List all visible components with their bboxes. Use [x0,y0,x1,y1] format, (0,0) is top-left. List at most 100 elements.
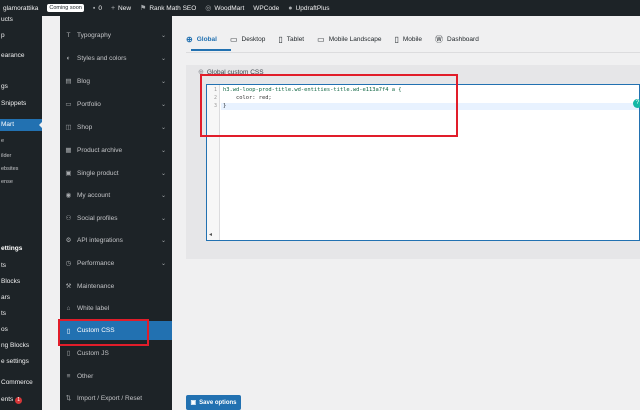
wp-menu-woocommerce[interactable]: Commerce [0,379,42,386]
chevron-down-icon: ⌄ [160,215,166,222]
wp-menu-sidebars[interactable]: ars [0,294,42,301]
device-tabs: ⊕ Global ▭ Desktop ▯ Tablet ▭ Mobile Landsca… [186,28,492,50]
plus-icon: + [110,4,116,12]
chevron-down-icon: ⌄ [160,192,166,199]
api-icon: ⚙ [65,237,72,244]
nav-styles-colors[interactable]: ◐ Styles and colors ⌄ [60,49,172,67]
wp-menu-products[interactable]: ucts [0,16,42,23]
chevron-down-icon: ⌄ [160,124,166,131]
save-options-button[interactable]: ▣ Save options [186,395,241,410]
help-icon[interactable]: ? [633,99,640,108]
annotation-highlight-custom-css [58,319,149,346]
chevron-down-icon: ⌄ [160,260,166,267]
chevron-down-icon: ⌄ [160,147,166,154]
nav-product-archive[interactable]: ▦ Product archive ⌄ [60,141,172,159]
palette-icon: ◐ [66,54,71,62]
save-icon: ▣ [190,400,197,406]
annotation-highlight-editor [200,74,458,137]
woodmart-icon: ◎ [205,5,212,12]
blog-icon: ▤ [65,78,72,85]
active-tab-indicator [191,49,231,51]
white-label-icon: ⌂ [66,304,71,312]
admin-bar: glamorattika Coming soon ▪ 0 + New ⚑ Rank M… [0,0,640,16]
nav-performance[interactable]: ◷ Performance ⌄ [60,254,172,272]
chevron-down-icon: ⌄ [160,170,166,177]
performance-icon: ◷ [65,260,72,267]
chevron-down-icon: ⌄ [160,55,166,62]
comment-icon: ▪ [92,4,96,12]
wp-menu-code-snippets[interactable]: Snippets [0,100,42,107]
mobile-landscape-icon: ▭ [317,34,325,44]
woodmart-link[interactable]: ◎ WoodMart [205,4,244,13]
nav-blog[interactable]: ▤ Blog ⌄ [60,72,172,90]
chevron-down-icon: ⌄ [160,78,166,85]
comments-count-badge: 1 [15,397,23,404]
new-content-link[interactable]: + New [111,5,131,12]
nav-api-integrations[interactable]: ⚙ API integrations ⌄ [60,231,172,249]
wp-menu-appearance[interactable]: earance [0,52,42,59]
site-name-link[interactable]: glamorattika [3,5,38,12]
active-arrow [39,122,42,128]
tab-global[interactable]: ⊕ Global [186,29,217,49]
wp-menu-ts[interactable]: ts [0,262,42,269]
tab-tablet[interactable]: ▯ Tablet [278,29,304,49]
wp-menu-p[interactable]: p [0,32,42,39]
nav-social-profiles[interactable]: ⚇ Social profiles ⌄ [60,209,172,227]
account-icon: ◉ [65,192,72,199]
nav-custom-js[interactable]: ▯ Custom JS [60,344,172,362]
archive-icon: ▦ [65,147,72,154]
updraft-link[interactable]: ● UpdraftPlus [288,5,329,12]
nav-portfolio[interactable]: ▭ Portfolio ⌄ [60,95,172,113]
nav-white-label[interactable]: ⌂ White label [60,299,172,317]
comments-link[interactable]: ▪ 0 [93,5,102,12]
wp-submenu-e[interactable]: e [0,138,42,144]
nav-import-export[interactable]: ⇅ Import / Export / Reset [60,389,172,407]
wp-menu-woodmart[interactable]: Mart [0,119,42,131]
wp-menu-size-settings[interactable]: e settings [0,358,42,365]
rank-math-icon: ⚑ [140,5,147,12]
tablet-icon: ▯ [278,34,283,44]
wp-menu-os[interactable]: os [0,326,42,333]
wp-submenu-websites[interactable]: ebsites [0,166,42,172]
product-icon: ▣ [65,170,72,177]
nav-other[interactable]: ≡ Other [60,367,172,385]
nav-maintenance[interactable]: ⚒ Maintenance [60,277,172,295]
wp-menu-blocks[interactable]: Blocks [0,278,42,285]
chevron-down-icon: ⌄ [160,32,166,39]
nav-my-account[interactable]: ◉ My account ⌄ [60,186,172,204]
nav-shop[interactable]: ◫ Shop ⌄ [60,118,172,136]
wp-submenu-theme-settings[interactable]: ettings [0,245,42,252]
typography-icon: T [66,31,71,39]
tab-desktop[interactable]: ▭ Desktop [230,29,265,49]
import-icon: ⇅ [65,395,72,402]
mobile-icon: ▯ [394,34,399,44]
wp-menu-floating-blocks[interactable]: ng Blocks [0,342,42,349]
tab-dashboard[interactable]: Ⓦ Dashboard [435,29,479,49]
tab-mobile[interactable]: ▯ Mobile [394,29,422,49]
rank-math-link[interactable]: ⚑ Rank Math SEO [140,4,196,13]
wp-menu-ts-2[interactable]: ts [0,310,42,317]
chevron-down-icon: ⌄ [160,101,166,108]
portfolio-icon: ▭ [65,101,72,108]
nav-typography[interactable]: T Typography ⌄ [60,26,172,44]
theme-settings-nav: T Typography ⌄ ◐ Styles and colors ⌄ ▤ Blog ⌄ … [60,16,172,410]
wp-admin-sidebar: ucts p earance gs Snippets Mart e ilder … [0,16,42,410]
social-icon: ⚇ [65,215,72,222]
tabs-divider [186,52,640,53]
resize-handle-icon[interactable]: ◂ [209,231,212,238]
other-icon: ≡ [66,372,71,380]
tab-mobile-landscape[interactable]: ▭ Mobile Landscape [317,29,381,49]
wp-menu-settings[interactable]: gs [0,83,42,90]
wp-submenu-builder[interactable]: ilder [0,153,42,159]
coming-soon-badge[interactable]: Coming soon [47,4,84,12]
desktop-icon: ▭ [229,34,238,44]
chevron-down-icon: ⌄ [160,237,166,244]
globe-icon: ⊕ [186,34,193,44]
shop-icon: ◫ [65,124,72,131]
wp-menu-comments[interactable]: ents 1 [0,396,42,404]
wp-submenu-license[interactable]: ense [0,179,42,185]
nav-single-product[interactable]: ▣ Single product ⌄ [60,164,172,182]
js-icon: ▯ [66,350,71,357]
wpcode-link[interactable]: WPCode [253,5,279,12]
maintenance-icon: ⚒ [65,283,72,290]
